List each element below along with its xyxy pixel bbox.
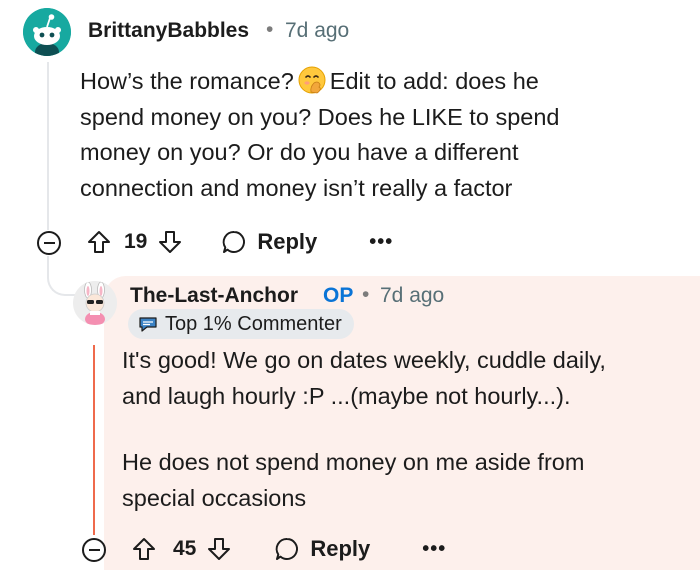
collapse-button[interactable] (37, 231, 61, 255)
comment-text: How’s the romance? (80, 68, 294, 94)
op-thread-line (93, 345, 95, 535)
reply-text: It's good! We go on dates weekly, cuddle… (122, 347, 606, 373)
avatar[interactable] (23, 8, 71, 56)
reply-button[interactable]: Reply (221, 229, 317, 255)
collapse-minus-icon (88, 549, 100, 551)
collapse-button[interactable] (82, 538, 106, 562)
reply-timestamp[interactable]: 7d ago (380, 284, 444, 308)
comment-body: How’s the romance? Edit to add: does he … (80, 64, 680, 206)
reddit-snoo-avatar-icon (23, 8, 71, 56)
meta-separator: • (266, 18, 274, 41)
reply-body: It's good! We go on dates weekly, cuddle… (122, 343, 692, 516)
op-label: OP (323, 284, 354, 307)
thread-connector (47, 256, 77, 296)
avatar[interactable] (73, 281, 117, 325)
downvote-arrow-icon[interactable] (157, 229, 183, 255)
score-count: 19 (124, 230, 148, 253)
reply-text: He does not spend money on me aside from (122, 449, 585, 475)
comment-text: Edit to add: does he (329, 68, 539, 94)
face-with-hand-over-mouth-icon (298, 66, 326, 94)
reply-author[interactable]: The-Last-Anchor (130, 284, 298, 308)
reply-text: and laugh hourly :P ...(maybe not hourly… (122, 382, 571, 409)
meta-separator: • (362, 283, 370, 306)
speech-bubble-icon (276, 537, 299, 560)
comment-text: connection and money isn’t really a fact… (80, 174, 513, 201)
reply-label: Reply (257, 229, 318, 254)
thread-line (47, 62, 49, 230)
score-count: 45 (173, 537, 197, 560)
badge-label: Top 1% Commenter (165, 312, 342, 335)
commenter-badge-icon (139, 317, 157, 332)
reply-action-bar: 45 Reply ••• (131, 536, 446, 562)
speech-bubble-icon (223, 230, 246, 253)
upvote-arrow-icon[interactable] (131, 536, 157, 562)
collapse-minus-icon (43, 242, 55, 244)
comment-timestamp[interactable]: 7d ago (285, 19, 349, 43)
comment-text: money on you? Or do you have a different (80, 139, 519, 165)
upvote-arrow-icon[interactable] (86, 229, 112, 255)
reply-button[interactable]: Reply (274, 536, 370, 562)
more-options-button[interactable]: ••• (369, 231, 393, 254)
bunny-avatar-icon (73, 281, 117, 325)
comment-text: spend money on you? Does he LIKE to spen… (80, 103, 560, 130)
downvote-arrow-icon[interactable] (206, 536, 232, 562)
more-options-button[interactable]: ••• (422, 538, 446, 561)
top-commenter-badge[interactable]: Top 1% Commenter (128, 309, 354, 339)
reply-text: special occasions (122, 484, 307, 511)
comment-author[interactable]: BrittanyBabbles (88, 19, 249, 43)
comment-action-bar: 19 Reply ••• (86, 229, 393, 255)
reply-label: Reply (310, 536, 371, 561)
